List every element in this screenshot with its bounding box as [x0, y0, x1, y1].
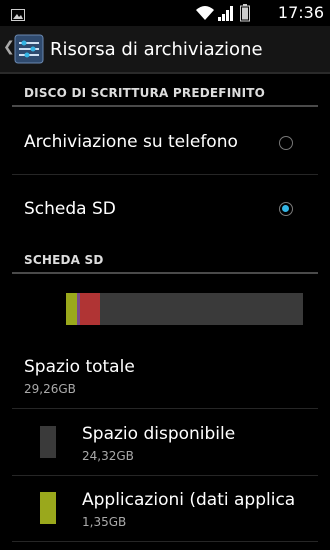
list-divider — [12, 475, 318, 476]
section-header-sd-card: SCHEDA SD — [24, 253, 104, 267]
storage-settings-icon[interactable] — [14, 34, 44, 68]
option-label: Scheda SD — [24, 199, 116, 219]
option-label: Archiviazione su telefono — [24, 132, 238, 152]
action-bar: ❮ Risorsa di archiviazione — [0, 26, 330, 74]
clock: 17:36 — [277, 3, 324, 22]
status-icons — [194, 3, 266, 23]
status-bar: 17:36 — [0, 0, 330, 26]
signal-icon — [218, 6, 233, 21]
category-value: 24,32GB — [82, 449, 134, 463]
applications-color-swatch — [40, 492, 56, 524]
battery-icon — [240, 4, 250, 22]
list-divider — [12, 174, 318, 175]
category-label: Spazio disponibile — [82, 424, 236, 444]
list-divider — [12, 408, 318, 409]
radio-button[interactable] — [279, 136, 293, 150]
category-label: Applicazioni (dati applica — [82, 490, 294, 510]
total-space-label: Spazio totale — [24, 357, 135, 377]
radio-button-selected[interactable] — [279, 202, 293, 216]
usage-segment-audio — [79, 293, 101, 325]
section-divider — [12, 272, 318, 274]
page-title: Risorsa di archiviazione — [50, 39, 263, 60]
available-color-swatch — [40, 426, 56, 458]
category-value: 1,35GB — [82, 515, 127, 529]
action-bar-divider — [0, 72, 330, 74]
list-divider — [12, 541, 318, 542]
storage-usage-bar — [66, 293, 303, 325]
total-space-value: 29,26GB — [24, 382, 76, 396]
up-caret-icon[interactable]: ❮ — [3, 39, 15, 55]
wifi-icon — [196, 6, 214, 20]
section-header-default-disk: DISCO DI SCRITTURA PREDEFINITO — [24, 86, 266, 100]
picture-icon — [11, 6, 25, 25]
section-divider — [12, 105, 318, 107]
usage-segment-free — [100, 293, 303, 325]
usage-segment-apps — [66, 293, 77, 325]
